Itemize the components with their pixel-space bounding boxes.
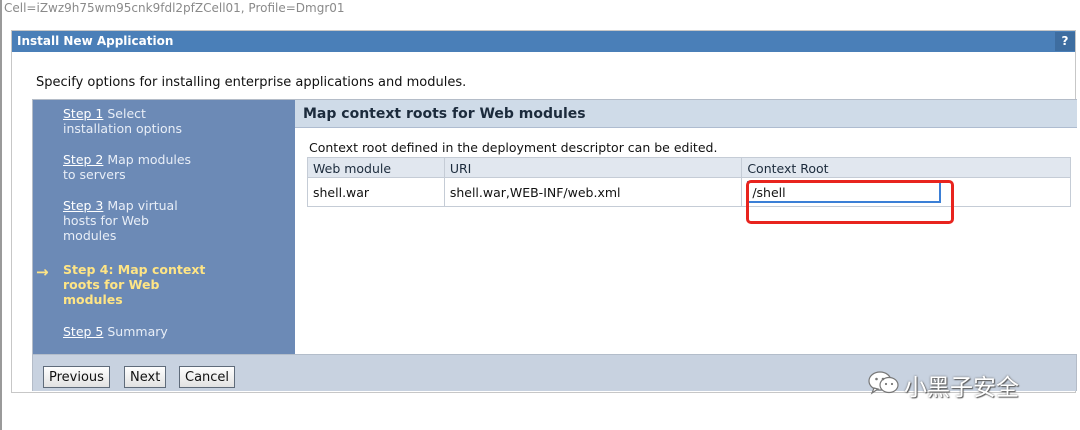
page-left-border bbox=[0, 0, 2, 430]
panel-title: Install New Application bbox=[17, 34, 174, 48]
column-header-context-root: Context Root bbox=[741, 157, 1071, 178]
cell-profile-info: Cell=iZwz9h75wm95cnk9fdl2pfZCell01, Prof… bbox=[4, 1, 345, 15]
step-1-label: Select bbox=[103, 106, 146, 121]
content-title: Map context roots for Web modules bbox=[303, 106, 586, 122]
step-3-label-cont: hosts for Web bbox=[63, 213, 149, 228]
uri-cell: shell.war,WEB-INF/web.xml bbox=[443, 177, 743, 207]
panel-titlebar: Install New Application ? bbox=[12, 31, 1075, 52]
column-header-uri: URI bbox=[443, 157, 743, 178]
intro-text: Specify options for installing enterpris… bbox=[36, 75, 467, 90]
column-header-web-module: Web module bbox=[307, 157, 445, 178]
wizard-step-1[interactable]: Step 1 Select installation options bbox=[63, 106, 243, 136]
watermark: 小黑子安全 bbox=[868, 368, 1058, 401]
step-2-label-cont: to servers bbox=[63, 167, 126, 182]
wizard-step-3[interactable]: Step 3 Map virtual hosts for Web modules bbox=[63, 198, 243, 243]
current-step-arrow-icon: → bbox=[36, 263, 49, 281]
step-5-link[interactable]: Step 5 bbox=[63, 324, 103, 339]
wizard-steps-sidebar: Step 1 Select installation options Step … bbox=[33, 100, 295, 354]
context-root-cell bbox=[741, 177, 1071, 207]
content-header: Map context roots for Web modules bbox=[295, 100, 1077, 128]
step-4-label: Step 4: Map context bbox=[63, 262, 206, 277]
step-3-label: Map virtual bbox=[103, 198, 178, 213]
cancel-button[interactable]: Cancel bbox=[179, 366, 236, 388]
wechat-icon bbox=[868, 371, 899, 395]
wizard-step-5[interactable]: Step 5 Summary bbox=[63, 324, 243, 339]
wizard-step-4-current: Step 4: Map context roots for Web module… bbox=[63, 262, 243, 307]
step-1-link[interactable]: Step 1 bbox=[63, 106, 103, 121]
step-4-label-cont: roots for Web bbox=[63, 277, 160, 292]
context-root-input[interactable] bbox=[747, 181, 942, 203]
table-header-row: Web module URI Context Root bbox=[307, 157, 1071, 178]
step-4-label-cont2: modules bbox=[63, 292, 123, 307]
step-1-label-cont: installation options bbox=[63, 121, 183, 136]
install-wizard: Step 1 Select installation options Step … bbox=[32, 99, 1077, 391]
step-5-label: Summary bbox=[103, 324, 168, 339]
step-3-link[interactable]: Step 3 bbox=[63, 198, 103, 213]
help-icon[interactable]: ? bbox=[1055, 32, 1075, 51]
wizard-content: Map context roots for Web modules Contex… bbox=[295, 100, 1077, 354]
web-module-cell: shell.war bbox=[307, 177, 445, 207]
context-root-table: Web module URI Context Root shell.war sh… bbox=[307, 157, 1071, 207]
step-2-label: Map modules bbox=[103, 152, 192, 167]
step-2-link[interactable]: Step 2 bbox=[63, 152, 103, 167]
previous-button[interactable]: Previous bbox=[43, 366, 110, 388]
step-3-label-cont2: modules bbox=[63, 228, 117, 243]
wizard-step-2[interactable]: Step 2 Map modules to servers bbox=[63, 152, 243, 182]
watermark-text: 小黑子安全 bbox=[904, 375, 1019, 401]
next-button[interactable]: Next bbox=[124, 366, 167, 388]
table-row: shell.war shell.war,WEB-INF/web.xml bbox=[307, 177, 1071, 207]
content-description: Context root defined in the deployment d… bbox=[309, 140, 718, 155]
install-new-application-panel: Install New Application ? Specify option… bbox=[11, 30, 1077, 393]
